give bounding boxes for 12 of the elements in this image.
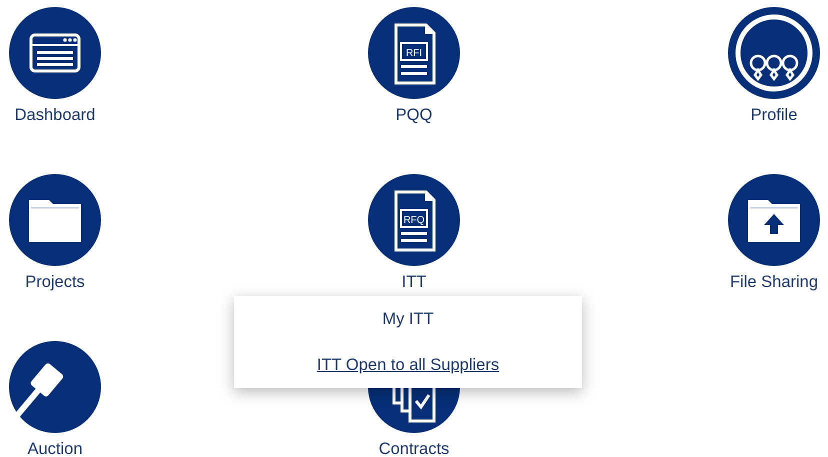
folder-icon — [9, 174, 101, 266]
menu-item[interactable]: My ITT — [382, 310, 434, 328]
document-icon — [368, 174, 460, 266]
group-icon — [728, 7, 820, 99]
nav-tile[interactable]: Auction — [0, 341, 110, 457]
nav-tile[interactable]: File Sharing — [720, 174, 828, 341]
menu-item[interactable]: ITT Open to all Suppliers — [316, 356, 500, 374]
browser-window-icon — [9, 7, 101, 99]
folder-upload-icon — [728, 174, 820, 266]
gavel-icon — [9, 341, 101, 433]
nav-tile[interactable]: Projects — [0, 174, 110, 341]
document-icon — [368, 7, 460, 99]
